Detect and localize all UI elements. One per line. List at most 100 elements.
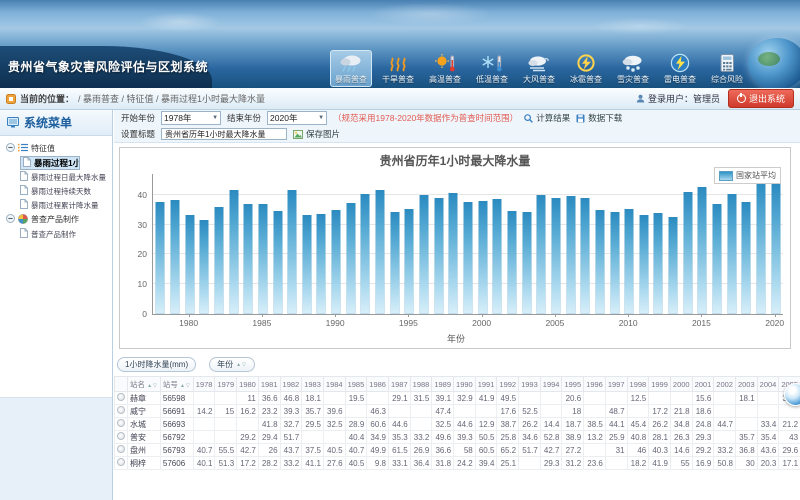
sort-arrows-icon[interactable]: ▲▽ xyxy=(180,383,191,389)
year-column-header[interactable]: 1994 xyxy=(540,377,562,392)
year-column-header[interactable]: 1983 xyxy=(302,377,324,392)
row-radio-icon[interactable] xyxy=(117,406,125,414)
bar-1988[interactable] xyxy=(302,215,311,314)
toolbar-item-6[interactable]: 冰雹普查 xyxy=(565,50,607,87)
toolbar-item-3[interactable]: 高温普查 xyxy=(424,50,466,87)
toolbar-item-4[interactable]: 低温普查 xyxy=(471,50,513,87)
bar-2000[interactable] xyxy=(478,201,487,314)
row-select-cell[interactable] xyxy=(115,431,128,444)
breadcrumb-path[interactable]: / 暴雨普查 / 特征值 / 暴雨过程1小时最大降水量 xyxy=(78,92,265,105)
floating-assistant-icon[interactable] xyxy=(784,383,800,406)
row-select-cell[interactable] xyxy=(115,457,128,470)
bar-2016[interactable] xyxy=(713,204,722,314)
year-column-header[interactable]: 1997 xyxy=(605,377,627,392)
year-column-header[interactable]: 2004 xyxy=(757,377,779,392)
toolbar-item-9[interactable]: 综合风险 xyxy=(706,50,748,87)
table-row[interactable]: 盘州5679340.755.542.72643.737.540.540.749.… xyxy=(115,444,800,457)
bar-2015[interactable] xyxy=(698,187,707,314)
sidebar-group[interactable]: 普查产品制作 xyxy=(0,212,112,227)
table-row[interactable]: 桐梓5760640.151.317.228.233.241.127.640.59… xyxy=(115,457,800,470)
toolbar-item-1[interactable]: 暴雨普查 xyxy=(330,50,372,87)
year-column-header[interactable]: 2001 xyxy=(692,377,714,392)
bar-1990[interactable] xyxy=(332,210,341,314)
bar-1983[interactable] xyxy=(229,190,238,314)
sidebar-item[interactable]: 暴雨过程累计降水量 xyxy=(20,198,112,212)
bar-1991[interactable] xyxy=(346,203,355,314)
bar-2002[interactable] xyxy=(507,211,516,314)
bar-1984[interactable] xyxy=(244,204,253,314)
year-column-header[interactable]: 1982 xyxy=(280,377,302,392)
bar-2003[interactable] xyxy=(522,212,531,314)
year-column-header[interactable]: 1988 xyxy=(410,377,432,392)
bar-2012[interactable] xyxy=(654,213,663,314)
station-name-header[interactable]: 站名 ▲▽ xyxy=(128,377,161,392)
bar-2017[interactable] xyxy=(727,194,736,314)
sidebar-item[interactable]: 暴雨过程持续天数 xyxy=(20,184,112,198)
year-column-header[interactable]: 1991 xyxy=(475,377,497,392)
bar-1998[interactable] xyxy=(449,193,458,314)
bar-1989[interactable] xyxy=(317,214,326,314)
bar-2009[interactable] xyxy=(610,212,619,314)
start-year-select[interactable]: 1978年 ▼ xyxy=(161,111,221,125)
toolbar-item-2[interactable]: 干旱普查 xyxy=(377,50,419,87)
table-row[interactable]: 普安5679229.229.451.740.434.935.333.249.63… xyxy=(115,431,800,444)
bar-1997[interactable] xyxy=(434,198,443,314)
bar-2004[interactable] xyxy=(537,195,546,314)
sidebar-item[interactable]: 暴雨过程1小时最大降水量 xyxy=(20,156,80,170)
sidebar-item[interactable]: 暴雨过程日最大降水量 xyxy=(20,170,112,184)
bar-1999[interactable] xyxy=(464,202,473,314)
toolbar-item-5[interactable]: 大风普查 xyxy=(518,50,560,87)
save-image-button[interactable]: 保存图片 xyxy=(293,128,340,140)
station-id-header[interactable]: 站号 ▲▽ xyxy=(160,377,193,392)
bar-2011[interactable] xyxy=(639,215,648,314)
row-radio-icon[interactable] xyxy=(117,445,125,453)
bar-1979[interactable] xyxy=(170,200,179,314)
year-column-header[interactable]: 1990 xyxy=(454,377,476,392)
year-column-header[interactable]: 1995 xyxy=(562,377,584,392)
row-radio-icon[interactable] xyxy=(117,458,125,466)
bar-1994[interactable] xyxy=(390,212,399,314)
bar-2005[interactable] xyxy=(551,198,560,314)
bar-1980[interactable] xyxy=(185,215,194,314)
measure-chip-button[interactable]: 1小时降水量(mm) xyxy=(117,357,196,372)
bar-2019[interactable] xyxy=(757,181,766,314)
year-column-header[interactable]: 1979 xyxy=(215,377,237,392)
bar-2006[interactable] xyxy=(566,196,575,314)
year-column-header[interactable]: 1998 xyxy=(627,377,649,392)
year-column-header[interactable]: 2003 xyxy=(735,377,757,392)
sort-arrows-icon[interactable]: ▲▽ xyxy=(147,383,158,389)
row-radio-icon[interactable] xyxy=(117,393,125,401)
toolbar-item-7[interactable]: 雪灾普查 xyxy=(612,50,654,87)
year-column-header[interactable]: 1992 xyxy=(497,377,519,392)
row-radio-icon[interactable] xyxy=(117,419,125,427)
bar-2018[interactable] xyxy=(742,202,751,314)
sidebar-item[interactable]: 普查产品制作 xyxy=(20,227,112,241)
year-column-header[interactable]: 1999 xyxy=(649,377,671,392)
bar-1981[interactable] xyxy=(200,220,209,314)
bar-1978[interactable] xyxy=(156,202,165,314)
bar-1986[interactable] xyxy=(273,211,282,314)
table-row[interactable]: 水城5669341.832.729.532.528.960.644.632.54… xyxy=(115,418,800,431)
minus-expander-icon[interactable] xyxy=(6,214,15,225)
year-column-header[interactable]: 1985 xyxy=(345,377,367,392)
year-column-header[interactable]: 2002 xyxy=(714,377,736,392)
bar-2008[interactable] xyxy=(595,210,604,314)
end-year-select[interactable]: 2020年 ▼ xyxy=(267,111,327,125)
bar-1982[interactable] xyxy=(214,207,223,314)
chart-legend[interactable]: 国家站平均 xyxy=(714,167,781,184)
bar-2020[interactable] xyxy=(771,184,780,314)
bar-1987[interactable] xyxy=(288,190,297,315)
table-row[interactable]: 威宁5669114.21516.223.239.335.739.646.347.… xyxy=(115,405,800,418)
year-column-header[interactable]: 1996 xyxy=(584,377,606,392)
year-column-header[interactable]: 1987 xyxy=(388,377,410,392)
year-column-header[interactable]: 1984 xyxy=(323,377,345,392)
logout-button[interactable]: 退出系统 xyxy=(728,89,794,108)
year-column-header[interactable]: 1986 xyxy=(367,377,389,392)
download-button[interactable]: 数据下载 xyxy=(576,112,622,124)
row-radio-icon[interactable] xyxy=(117,432,125,440)
bar-2013[interactable] xyxy=(669,217,678,314)
bar-1996[interactable] xyxy=(420,195,429,314)
bar-1993[interactable] xyxy=(376,190,385,314)
bar-2001[interactable] xyxy=(493,199,502,314)
year-column-header[interactable]: 1989 xyxy=(432,377,454,392)
